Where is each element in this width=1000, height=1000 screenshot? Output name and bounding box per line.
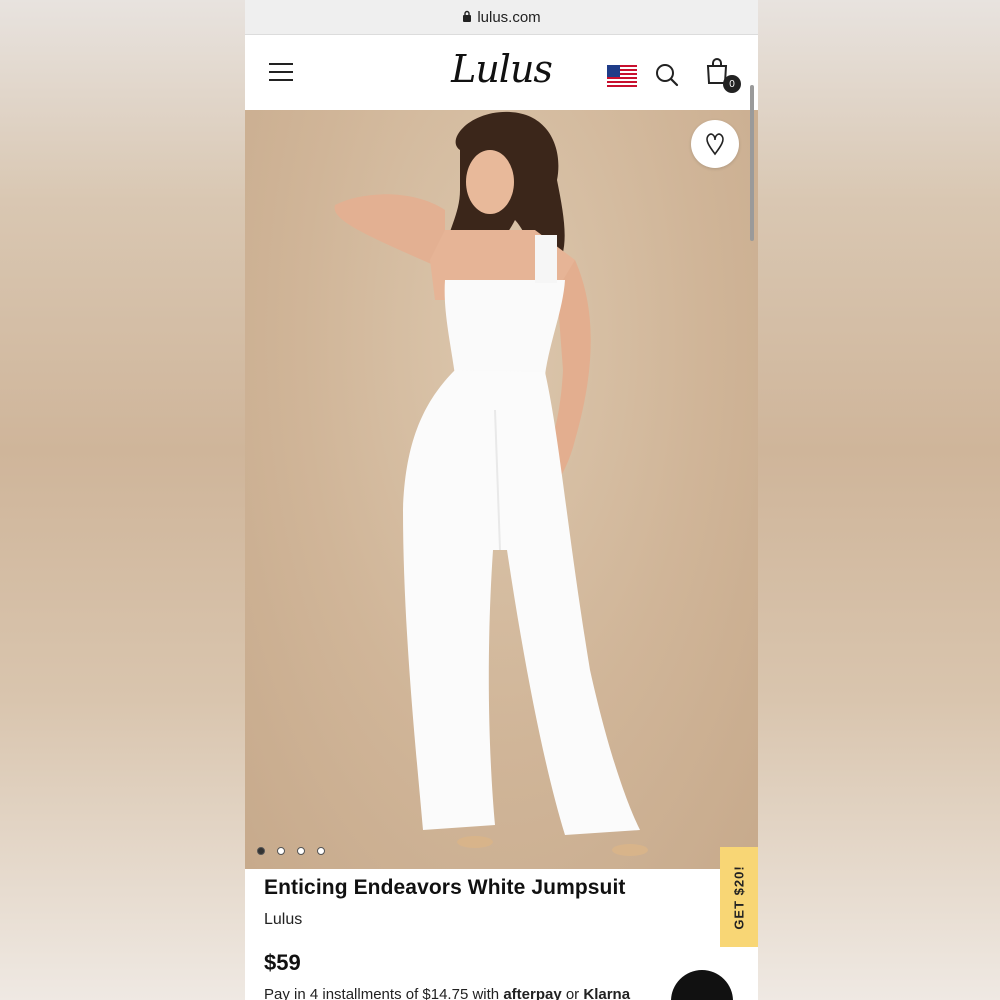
klarna-logo[interactable]: Klarna xyxy=(583,986,630,1000)
installments-or: or xyxy=(565,986,580,1000)
promo-label: GET $20! xyxy=(731,864,747,930)
gallery-dot-2[interactable] xyxy=(277,847,285,855)
afterpay-logo[interactable]: afterpay xyxy=(503,986,561,1000)
product-title: Enticing Endeavors White Jumpsuit xyxy=(264,876,626,899)
shopping-bag-icon[interactable]: 0 xyxy=(705,57,741,93)
mobile-page: lulus.com Lulus 0 Enticing Endeavors Whi… xyxy=(245,0,758,1000)
gallery-dot-4[interactable] xyxy=(317,847,325,855)
product-brand[interactable]: Lulus xyxy=(264,911,302,929)
site-header: Lulus 0 xyxy=(245,35,758,111)
gallery-dot-3[interactable] xyxy=(297,847,305,855)
product-price: $59 xyxy=(264,950,301,975)
lock-icon xyxy=(462,9,472,26)
cart-count-badge: 0 xyxy=(723,75,741,93)
page-scrollbar[interactable] xyxy=(750,85,754,241)
gallery-pagination xyxy=(257,847,325,855)
installments-text: Pay in 4 installments of $14.75 with aft… xyxy=(264,986,630,1000)
hamburger-menu-icon[interactable] xyxy=(269,63,293,81)
background-right xyxy=(758,0,1000,1000)
promo-tab-button[interactable]: GET $20! xyxy=(720,847,758,947)
search-icon[interactable] xyxy=(654,62,680,88)
product-photo xyxy=(334,111,648,856)
site-logo[interactable]: Lulus xyxy=(451,47,553,91)
background-left xyxy=(0,0,245,1000)
url-text: lulus.com xyxy=(477,8,541,26)
gallery-dot-1[interactable] xyxy=(257,847,265,855)
product-image-gallery[interactable] xyxy=(245,110,758,869)
installments-label: Pay in 4 installments of $14.75 with xyxy=(264,986,500,1000)
us-flag-icon[interactable] xyxy=(607,65,637,87)
browser-url-bar[interactable]: lulus.com xyxy=(245,0,758,35)
heart-icon[interactable] xyxy=(691,120,739,168)
